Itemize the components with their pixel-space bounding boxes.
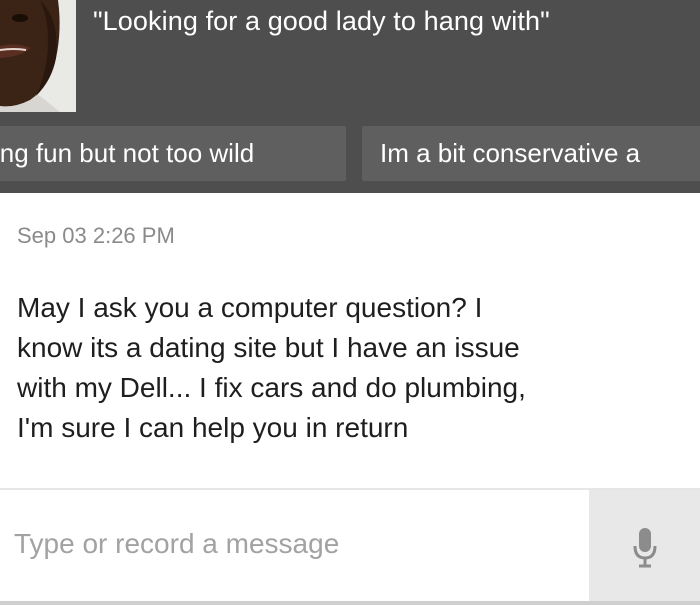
profile-tag-chip[interactable]: Im a bit conservative a bbox=[362, 126, 700, 181]
message-timestamp: Sep 03 2:26 PM bbox=[17, 223, 175, 248]
bottom-divider bbox=[0, 601, 700, 605]
message-thread: Sep 03 2:26 PM May I ask you a computer … bbox=[0, 193, 700, 488]
profile-tagline: "Looking for a good lady to hang with" bbox=[93, 6, 550, 36]
profile-header: "Looking for a good lady to hang with" i… bbox=[0, 0, 700, 193]
profile-tag-label: ing fun but not too wild bbox=[0, 138, 255, 168]
microphone-icon bbox=[633, 528, 657, 568]
profile-tag-chip[interactable]: ing fun but not too wild bbox=[0, 126, 346, 181]
chat-screen: "Looking for a good lady to hang with" i… bbox=[0, 0, 700, 605]
message-composer bbox=[0, 488, 700, 605]
record-button[interactable] bbox=[589, 490, 700, 605]
message-input[interactable] bbox=[14, 514, 574, 574]
avatar[interactable] bbox=[0, 0, 76, 112]
message-text: May I ask you a computer question? I kno… bbox=[17, 292, 526, 443]
avatar-photo bbox=[0, 0, 76, 112]
profile-tag-label: Im a bit conservative a bbox=[380, 138, 641, 168]
